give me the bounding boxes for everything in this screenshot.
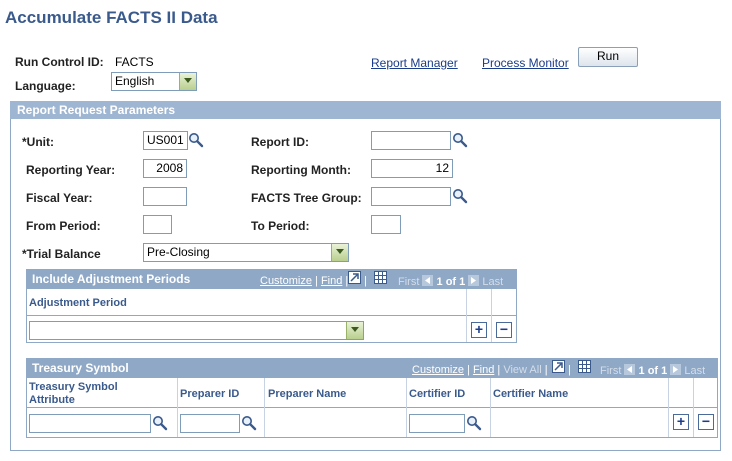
trial-balance-select[interactable]: Pre-Closing (143, 243, 349, 262)
grid-view-icon[interactable] (374, 271, 387, 284)
fiscal-year-label: Fiscal Year: (26, 191, 93, 205)
adjustment-grid-title: Include Adjustment Periods (32, 272, 191, 286)
fiscal-year-input[interactable] (143, 187, 187, 206)
dropdown-arrow-icon[interactable] (346, 322, 363, 339)
column-divider (668, 378, 669, 437)
preparer-id-input[interactable] (180, 414, 240, 433)
run-control-id-label: Run Control ID: (15, 55, 104, 69)
last-label: Last (684, 365, 706, 377)
treasury-grid-pager: First 1 of 1 Last (600, 364, 705, 377)
download-icon[interactable] (552, 360, 565, 373)
nav-separator: | (315, 275, 318, 287)
from-period-input[interactable] (143, 215, 172, 234)
grid-view-icon[interactable] (578, 360, 591, 373)
lookup-icon[interactable] (466, 415, 482, 431)
trial-balance-select-value: Pre-Closing (147, 245, 210, 259)
nav-separator: | (544, 364, 548, 376)
certifier-name-column-header: Certifier Name (493, 388, 569, 400)
preparer-name-column-header: Preparer Name (268, 388, 347, 400)
column-divider (491, 289, 492, 342)
tsa-header-line1: Treasury Symbol (29, 381, 118, 393)
reporting-year-label: Reporting Year: (26, 163, 116, 177)
to-period-label: To Period: (251, 219, 310, 233)
find-link[interactable]: Find (321, 275, 342, 287)
dropdown-arrow-icon[interactable] (331, 244, 348, 261)
treasury-column-header-row (27, 378, 717, 408)
language-label: Language: (15, 79, 76, 93)
adjustment-period-column-header: Adjustment Period (29, 297, 127, 309)
reporting-month-input[interactable]: 12 (371, 159, 453, 178)
lookup-icon[interactable] (241, 415, 257, 431)
reporting-year-input[interactable]: 2008 (143, 159, 187, 178)
unit-input[interactable]: US001 (143, 131, 188, 150)
adjustment-grid-nav: Customize | Find | (260, 275, 348, 287)
nav-separator: | (568, 364, 571, 376)
report-id-input[interactable] (371, 131, 451, 150)
adjustment-period-select[interactable] (29, 321, 364, 340)
last-arrow-icon[interactable] (468, 275, 480, 286)
last-label: Last (482, 276, 504, 288)
from-period-label: From Period: (26, 219, 101, 233)
lookup-icon[interactable] (452, 188, 468, 204)
column-divider (264, 378, 265, 437)
column-divider (490, 378, 491, 437)
treasury-grid-title: Treasury Symbol (32, 361, 129, 375)
language-select[interactable]: English (111, 72, 197, 91)
first-label: First (398, 276, 420, 288)
nav-separator: | (467, 364, 470, 376)
reporting-month-label: Reporting Month: (251, 163, 351, 177)
page-title: Accumulate FACTS II Data (5, 8, 218, 27)
language-select-value: English (115, 74, 155, 88)
unit-label: *Unit: (22, 135, 54, 149)
tsa-input[interactable] (29, 414, 151, 433)
row-count: 1 of 1 (638, 365, 668, 377)
delete-row-icon[interactable]: − (698, 414, 714, 430)
facts-tree-group-input[interactable] (371, 187, 451, 206)
column-divider (177, 378, 178, 437)
add-row-icon[interactable]: + (471, 322, 487, 338)
download-icon[interactable] (348, 271, 361, 284)
row-count: 1 of 1 (436, 276, 466, 288)
tsa-column-header: Treasury Symbol Attribute (29, 381, 118, 407)
lookup-icon[interactable] (452, 132, 468, 148)
first-arrow-icon[interactable] (422, 275, 434, 286)
find-link[interactable]: Find (473, 364, 494, 376)
trial-balance-label: *Trial Balance (22, 247, 101, 261)
run-button[interactable]: Run (578, 47, 638, 67)
section-header: Report Request Parameters (10, 101, 721, 119)
process-monitor-link[interactable]: Process Monitor (482, 56, 569, 70)
last-arrow-icon[interactable] (670, 364, 682, 375)
view-all-link: View All (503, 364, 542, 376)
customize-link[interactable]: Customize (260, 275, 312, 287)
nav-separator: | (497, 364, 501, 376)
dropdown-arrow-icon[interactable] (179, 73, 196, 90)
report-manager-link[interactable]: Report Manager (371, 56, 458, 70)
first-label: First (600, 365, 622, 377)
report-id-label: Report ID: (251, 135, 309, 149)
lookup-icon[interactable] (152, 415, 168, 431)
run-control-id-value: FACTS (115, 55, 154, 69)
certifier-id-input[interactable] (409, 414, 465, 433)
adjustment-grid-pager: First 1 of 1 Last (398, 275, 503, 288)
column-divider (406, 378, 407, 437)
customize-link[interactable]: Customize (412, 364, 464, 376)
column-divider (466, 289, 467, 342)
column-divider (693, 378, 694, 437)
treasury-grid-nav: Customize | Find | View All | (412, 364, 548, 376)
delete-row-icon[interactable]: − (496, 322, 512, 338)
preparer-id-column-header: Preparer ID (180, 388, 240, 400)
certifier-id-column-header: Certifier ID (409, 388, 466, 400)
first-arrow-icon[interactable] (624, 364, 636, 375)
facts-tree-group-label: FACTS Tree Group: (251, 191, 362, 205)
to-period-input[interactable] (371, 215, 401, 234)
nav-separator: | (364, 275, 367, 287)
lookup-icon[interactable] (188, 132, 204, 148)
add-row-icon[interactable]: + (673, 414, 689, 430)
tsa-header-line2: Attribute (29, 394, 75, 406)
